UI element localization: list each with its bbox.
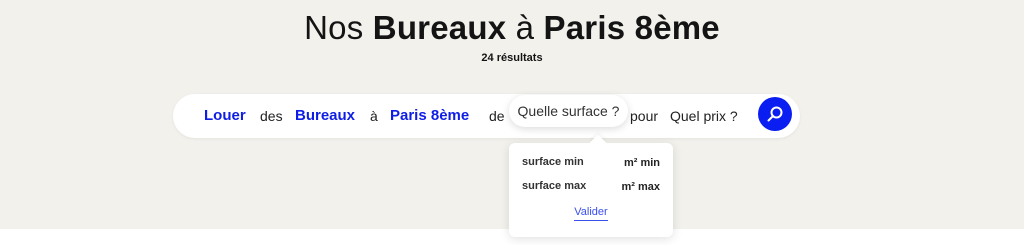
title-location: Paris 8ème (543, 9, 720, 46)
validate-button[interactable]: Valider (574, 206, 608, 221)
surface-min-input[interactable] (590, 153, 660, 173)
title-property: Bureaux (372, 9, 507, 46)
search-bar: Louer des Bureaux à Paris 8ème de pour Q… (173, 94, 800, 138)
validate-wrapper: Valider (509, 206, 673, 221)
surface-max-input[interactable] (590, 177, 660, 197)
surface-dropdown: surface min surface max Valider (509, 143, 673, 237)
property-type-selector[interactable]: Bureaux (295, 94, 355, 138)
surface-min-label: surface min (522, 156, 584, 168)
connector-pour: pour (630, 108, 659, 124)
connector-a: à (370, 108, 378, 124)
surface-min-row: surface min (522, 153, 660, 173)
title-middle: à (506, 9, 544, 46)
page-title: Nos Bureaux à Paris 8ème (0, 8, 1024, 48)
surface-max-label: surface max (522, 180, 587, 192)
location-selector[interactable]: Paris 8ème (390, 94, 469, 138)
connector-des: des (260, 108, 283, 124)
surface-max-row: surface max (522, 177, 660, 197)
title-prefix: Nos (304, 9, 373, 46)
search-icon (767, 106, 783, 122)
surface-selector[interactable]: Quelle surface ? (509, 95, 628, 127)
price-selector[interactable]: Quel prix ? (670, 94, 738, 138)
search-button[interactable] (758, 97, 792, 131)
connector-de: de (489, 108, 505, 124)
results-count: 24 résultats (481, 52, 543, 64)
action-selector[interactable]: Louer (204, 94, 246, 138)
